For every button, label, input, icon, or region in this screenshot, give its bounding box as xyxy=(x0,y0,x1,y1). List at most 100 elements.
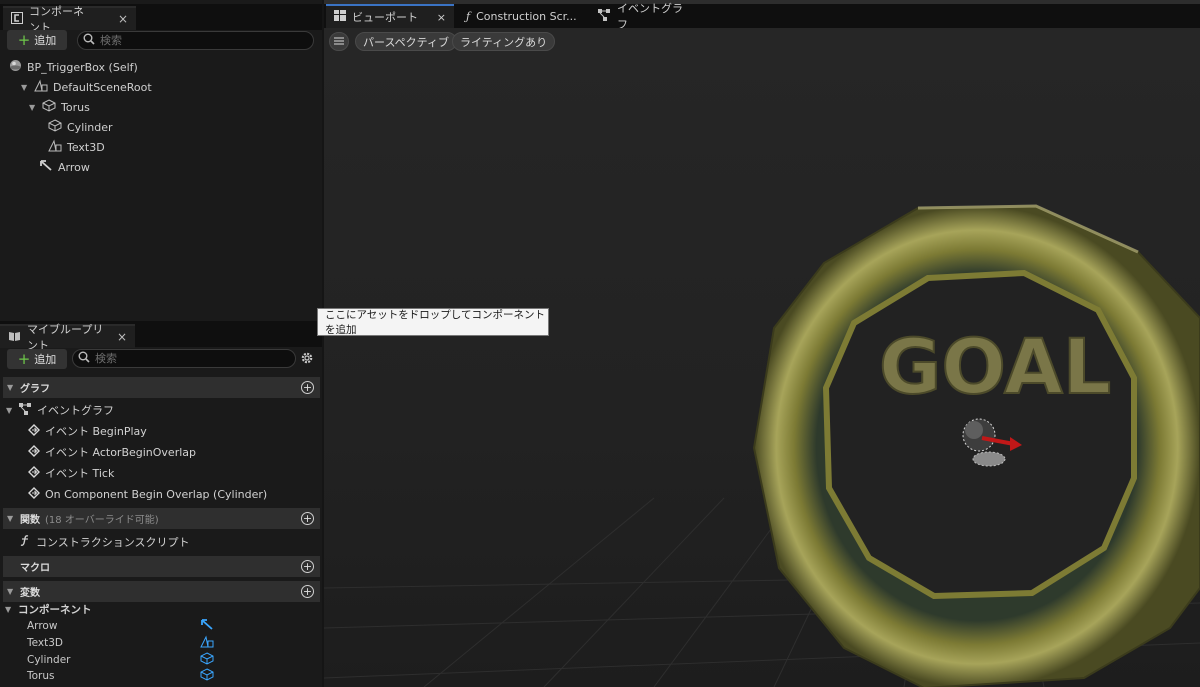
close-icon[interactable]: × xyxy=(118,12,128,26)
static-mesh-icon xyxy=(200,652,214,668)
tab-construction-script[interactable]: ƒ Construction Scr... xyxy=(458,4,586,28)
myblueprint-toolbar: + 追加 xyxy=(0,347,322,373)
section-macros[interactable]: マクロ + xyxy=(3,556,320,577)
add-blueprint-item-button[interactable]: + 追加 xyxy=(7,349,67,369)
text3d-icon xyxy=(200,635,214,651)
tree-item-label: Cylinder xyxy=(67,120,113,134)
add-component-label: 追加 xyxy=(34,34,57,47)
add-macro-icon[interactable]: + xyxy=(301,560,314,573)
section-variables-label: 変数 xyxy=(20,588,40,599)
left-column: コンポーネント × + 追加 BP_TriggerBox (Self) ▼ De… xyxy=(0,0,322,687)
event-label: イベント Tick xyxy=(45,467,115,480)
static-mesh-icon xyxy=(48,119,62,135)
viewport-scene: GOAL xyxy=(324,28,1200,687)
plus-icon: + xyxy=(17,31,31,49)
variable-name: Arrow xyxy=(27,620,58,632)
editor-tabbar: ビューポート × ƒ Construction Scr... イベントグラフ xyxy=(324,0,1200,31)
event-item[interactable]: イベント ActorBeginOverlap xyxy=(28,442,196,462)
tree-item-arrow[interactable]: Arrow xyxy=(39,158,90,176)
tree-item-self[interactable]: BP_TriggerBox (Self) xyxy=(9,58,138,76)
perspective-label: パースペクティブ xyxy=(363,35,450,49)
tree-item-text3d[interactable]: Text3D xyxy=(48,138,105,156)
sphere-icon xyxy=(9,59,22,75)
lighting-mode-button[interactable]: ライティングあり xyxy=(452,32,556,51)
construction-script-item[interactable]: コンストラクションスクリプト xyxy=(19,532,190,552)
tree-item-label: Arrow xyxy=(58,160,90,174)
add-graph-icon[interactable]: + xyxy=(301,381,314,394)
viewport-menu-button[interactable] xyxy=(329,32,349,51)
myblueprint-search-input[interactable] xyxy=(95,352,245,365)
add-variable-icon[interactable]: + xyxy=(301,585,314,598)
tab-components[interactable]: コンポーネント × xyxy=(3,5,136,34)
variable-name: Cylinder xyxy=(27,654,71,666)
perspective-button[interactable]: パースペクティブ xyxy=(355,32,458,51)
gear-icon[interactable] xyxy=(300,351,314,368)
variable-name: Text3D xyxy=(27,637,64,649)
section-graph[interactable]: ▼ グラフ + xyxy=(3,377,320,398)
search-icon xyxy=(78,351,90,366)
event-graph-icon xyxy=(19,402,32,418)
book-icon xyxy=(8,330,21,345)
tooltip-text: ここにアセットをドロップしてコンポーネントを追加 xyxy=(325,309,545,336)
tree-item-label: Text3D xyxy=(67,140,105,154)
event-graph-item[interactable]: ▼ イベントグラフ xyxy=(6,400,114,420)
function-icon xyxy=(19,534,31,550)
tree-item-cylinder[interactable]: Cylinder xyxy=(48,118,113,136)
components-search-input[interactable] xyxy=(100,34,250,47)
close-icon[interactable]: × xyxy=(437,11,446,24)
caret-down-icon[interactable]: ▼ xyxy=(29,103,37,112)
section-functions[interactable]: ▼ 関数 (18 オーバーライド可能) + xyxy=(3,508,320,529)
components-tabbar: コンポーネント × xyxy=(0,4,322,34)
add-blueprint-label: 追加 xyxy=(34,353,57,366)
event-label: イベント BeginPlay xyxy=(45,425,147,438)
variable-row[interactable]: Torus xyxy=(27,668,227,684)
close-icon[interactable]: × xyxy=(117,330,127,344)
variable-row[interactable]: Arrow xyxy=(27,618,227,634)
tab-event-graph[interactable]: イベントグラフ xyxy=(590,2,700,31)
components-panel-icon xyxy=(11,11,23,27)
components-variable-group[interactable]: ▼ コンポーネント xyxy=(5,600,92,618)
tree-item-label: Torus xyxy=(61,100,90,114)
tree-item-label: DefaultSceneRoot xyxy=(53,80,152,94)
components-toolbar: + 追加 xyxy=(0,28,322,54)
myblueprint-search[interactable] xyxy=(72,349,296,368)
static-mesh-icon xyxy=(200,668,214,684)
add-function-icon[interactable]: + xyxy=(301,512,314,525)
tab-viewport-label: ビューポート xyxy=(352,11,418,24)
tree-item-defaultsceneroot[interactable]: ▼ DefaultSceneRoot xyxy=(21,78,152,96)
static-mesh-icon xyxy=(42,99,56,115)
drop-tooltip: ここにアセットをドロップしてコンポーネントを追加 xyxy=(317,308,549,336)
goal-text: GOAL xyxy=(879,322,1111,411)
event-graph-label: イベントグラフ xyxy=(37,404,114,417)
variable-row[interactable]: Cylinder xyxy=(27,652,227,668)
caret-down-icon: ▼ xyxy=(7,514,14,523)
caret-down-icon[interactable]: ▼ xyxy=(6,406,14,415)
event-node-icon xyxy=(28,486,40,502)
override-count: (18 オーバーライド可能) xyxy=(45,515,159,526)
section-macros-label: マクロ xyxy=(20,563,50,574)
caret-down-icon[interactable]: ▼ xyxy=(21,83,29,92)
components-search[interactable] xyxy=(77,31,314,50)
hamburger-icon xyxy=(334,35,344,48)
variable-name: Torus xyxy=(27,670,55,682)
components-group-label: コンポーネント xyxy=(18,603,92,616)
event-node-icon xyxy=(28,465,40,481)
caret-down-icon: ▼ xyxy=(7,383,14,392)
variable-row[interactable]: Text3D xyxy=(27,635,227,651)
section-graph-label: グラフ xyxy=(20,384,50,395)
function-icon: ƒ xyxy=(466,9,471,23)
event-node-icon xyxy=(28,444,40,460)
tree-item-torus[interactable]: ▼ Torus xyxy=(29,98,90,116)
tab-viewport[interactable]: ビューポート × xyxy=(326,4,454,28)
section-variables[interactable]: ▼ 変数 + xyxy=(3,581,320,602)
event-item[interactable]: On Component Begin Overlap (Cylinder) xyxy=(28,484,267,504)
event-item[interactable]: イベント BeginPlay xyxy=(28,421,147,441)
text3d-icon xyxy=(48,139,62,155)
viewport[interactable]: GOAL パースペクティブ ライティングあり xyxy=(324,28,1200,687)
tab-my-blueprint[interactable]: マイブループリント × xyxy=(0,323,135,352)
scene-component-icon xyxy=(34,79,48,95)
event-label: イベント ActorBeginOverlap xyxy=(45,446,197,459)
add-component-button[interactable]: + 追加 xyxy=(7,30,67,50)
event-item[interactable]: イベント Tick xyxy=(28,463,114,483)
caret-down-icon[interactable]: ▼ xyxy=(5,605,13,614)
